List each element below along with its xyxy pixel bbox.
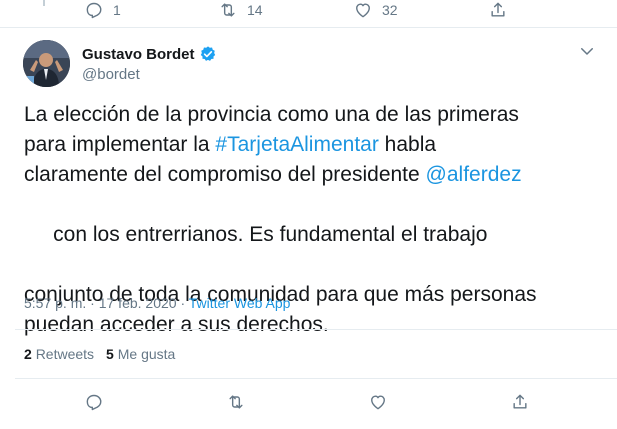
tweet-text-segment: La elección de la provincia como una de … [24, 103, 519, 126]
retweet-button[interactable]: 14 [218, 0, 263, 20]
divider [15, 378, 617, 379]
divider [0, 27, 617, 28]
reply-icon [86, 2, 102, 19]
retweets-label: Retweets [35, 346, 95, 362]
reply-count: 1 [113, 2, 121, 18]
tweet-metadata: 5:57 p. m. · 17 feb. 2020 · Twitter Web … [24, 295, 290, 311]
like-button[interactable] [368, 392, 388, 412]
tweet-time[interactable]: 5:57 p. m. [24, 295, 86, 311]
share-icon [513, 394, 527, 409]
retweet-count: 14 [247, 2, 263, 18]
share-button[interactable] [488, 0, 508, 20]
tweet-date[interactable]: 17 feb. 2020 [99, 295, 177, 311]
mention-link[interactable]: @alferdez [426, 163, 522, 186]
retweet-button[interactable] [226, 392, 246, 412]
tweet-text-line: claramente del compromiso del presidente… [24, 160, 604, 190]
retweets-stat[interactable]: 2 Retweets [24, 346, 94, 362]
reply-button[interactable] [84, 392, 104, 412]
retweets-count: 2 [24, 346, 32, 362]
tweet-text-segment: con los entrerrianos. Es fundamental el … [47, 223, 488, 246]
retweet-icon [221, 3, 235, 17]
meta-separator: · [180, 295, 186, 311]
reply-button[interactable]: 1 [84, 0, 121, 20]
tweet-text-segment: puedan acceder a sus derechos. [24, 313, 329, 336]
tweet-text-segment: claramente del compromiso del presidente [24, 163, 426, 186]
like-count: 32 [382, 2, 398, 18]
tweet-stats: 2 Retweets 5 Me gusta [24, 346, 175, 362]
meta-separator: · [90, 295, 95, 311]
author-handle[interactable]: @bordet [82, 66, 140, 83]
hashtag-link[interactable]: #TarjetaAlimentar [215, 133, 378, 156]
tweet-text-line: La elección de la provincia como una de … [24, 100, 604, 130]
avatar-image [23, 40, 70, 87]
tweet-source-link[interactable]: Twitter Web App [189, 295, 291, 311]
likes-label: Me gusta [117, 346, 176, 362]
author-name[interactable]: Gustavo Bordet [82, 46, 195, 63]
tweet-text-segment: habla [378, 133, 437, 156]
reply-icon [86, 394, 102, 411]
tweet-text-line: puedan acceder a sus derechos. [24, 310, 604, 340]
like-button[interactable]: 32 [353, 0, 398, 20]
heart-icon [356, 3, 370, 18]
chevron-down-icon[interactable] [578, 42, 596, 60]
retweet-icon [229, 395, 243, 409]
share-button[interactable] [510, 392, 530, 412]
verified-badge-icon [200, 46, 215, 61]
previous-tweet-action-bar: 1 14 32 [0, 0, 617, 24]
tweet-action-bar [0, 392, 617, 416]
tweet-text-segment: para implementar la [24, 133, 216, 156]
likes-count: 5 [106, 346, 114, 362]
avatar[interactable] [23, 40, 70, 87]
heart-icon [371, 395, 385, 410]
tweet-text-line: con los entrerrianos. Es fundamental el … [24, 190, 604, 280]
author-name-row[interactable]: Gustavo Bordet [82, 45, 217, 63]
divider [15, 329, 617, 330]
share-icon [491, 2, 505, 17]
tweet-text-line: para implementar la #TarjetaAlimentar ha… [24, 130, 604, 160]
likes-stat[interactable]: 5 Me gusta [106, 346, 175, 362]
